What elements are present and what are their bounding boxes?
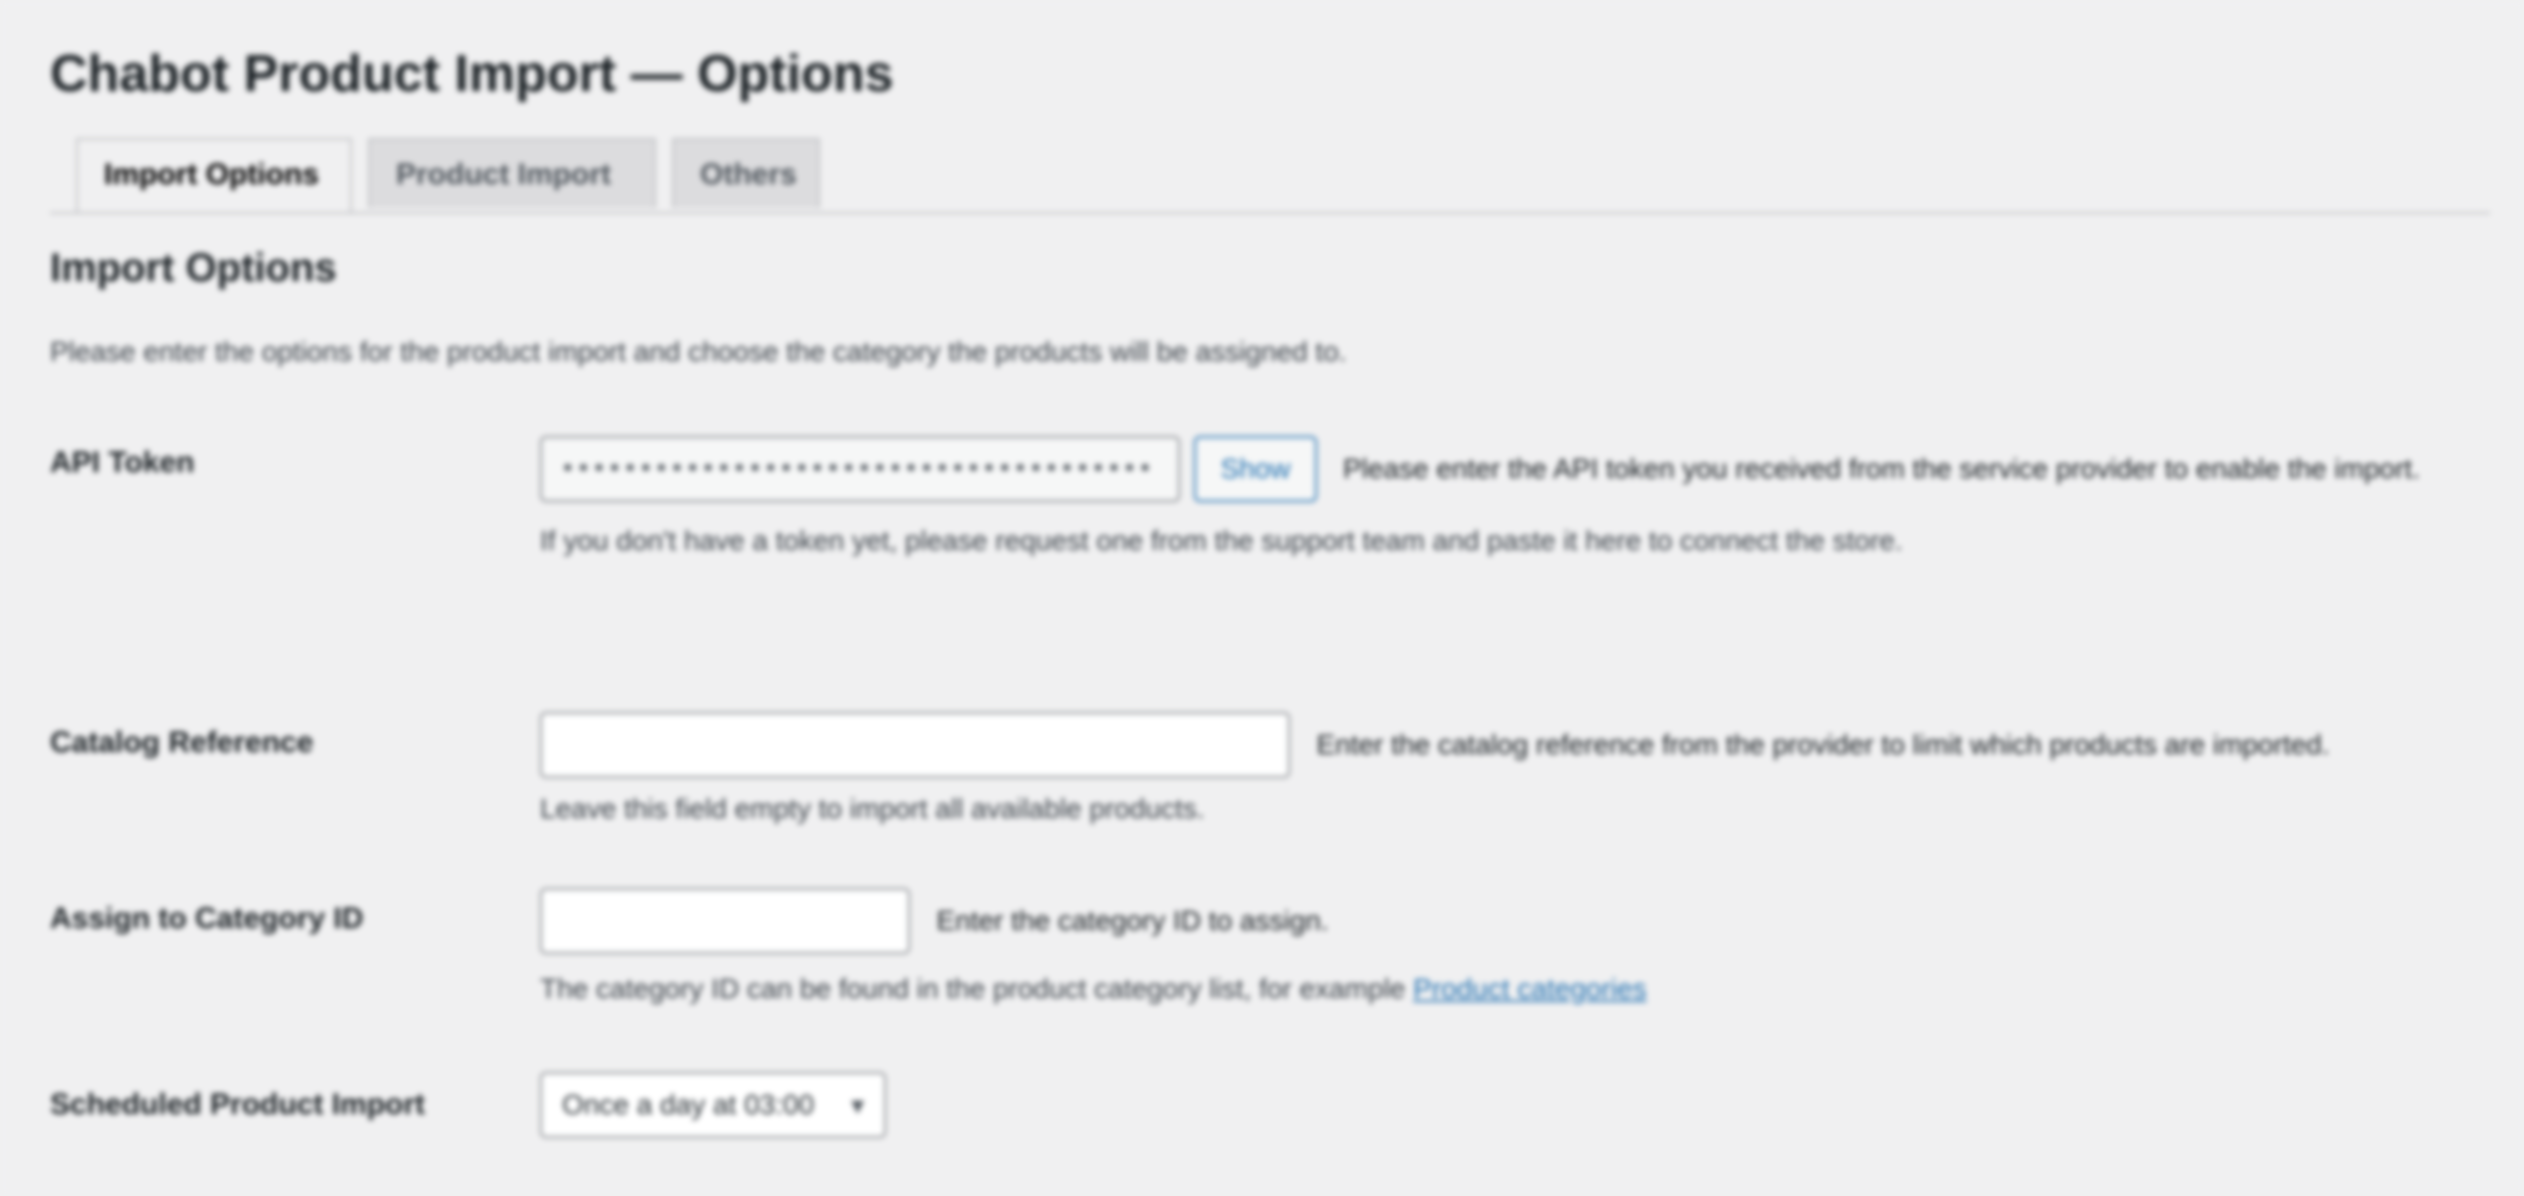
tab-bar: Import Options Product Import Others	[50, 138, 2490, 214]
category-id-field-group: Enter the category ID to assign. The cat…	[540, 888, 2490, 1012]
api-token-inline-description: Please enter the API token you received …	[1342, 453, 2420, 484]
category-id-input[interactable]	[540, 888, 910, 954]
api-token-field-group: Show Please enter the API token you rece…	[540, 436, 2490, 564]
product-categories-link[interactable]: Product categories	[1413, 973, 1646, 1004]
scheduled-import-field-group: Once a day at 03:00 ▾	[540, 1072, 2490, 1138]
category-id-inline-description: Enter the category ID to assign.	[936, 905, 1329, 936]
section-description: Please enter the options for the product…	[50, 336, 1347, 367]
scheduled-import-selected-value: Once a day at 03:00	[562, 1089, 815, 1120]
catalog-reference-label: Catalog Reference	[50, 726, 314, 759]
catalog-reference-field-group: Enter the catalog reference from the pro…	[540, 712, 2490, 832]
category-id-label: Assign to Category ID	[50, 902, 364, 935]
tab-product-import[interactable]: Product Import	[368, 138, 656, 208]
chevron-down-icon: ▾	[851, 1090, 865, 1120]
page-title: Chabot Product Import — Options	[50, 45, 894, 103]
api-token-label: API Token	[50, 446, 195, 479]
catalog-reference-description: Leave this field empty to import all ava…	[540, 793, 1205, 824]
catalog-reference-inline-description: Enter the catalog reference from the pro…	[1316, 729, 2330, 760]
show-token-button[interactable]: Show	[1194, 436, 1317, 502]
api-token-description: If you don't have a token yet, please re…	[540, 525, 1903, 556]
section-title: Import Options	[50, 246, 337, 290]
category-id-description-text: The category ID can be found in the prod…	[540, 973, 1414, 1004]
scheduled-import-label: Scheduled Product Import	[50, 1088, 426, 1121]
category-id-description: The category ID can be found in the prod…	[540, 966, 2490, 1012]
api-token-input[interactable]	[540, 436, 1180, 502]
catalog-reference-input[interactable]	[540, 712, 1290, 778]
tab-import-options[interactable]: Import Options	[76, 138, 352, 212]
scheduled-import-select[interactable]: Once a day at 03:00 ▾	[540, 1072, 887, 1138]
tab-others[interactable]: Others	[672, 138, 820, 208]
